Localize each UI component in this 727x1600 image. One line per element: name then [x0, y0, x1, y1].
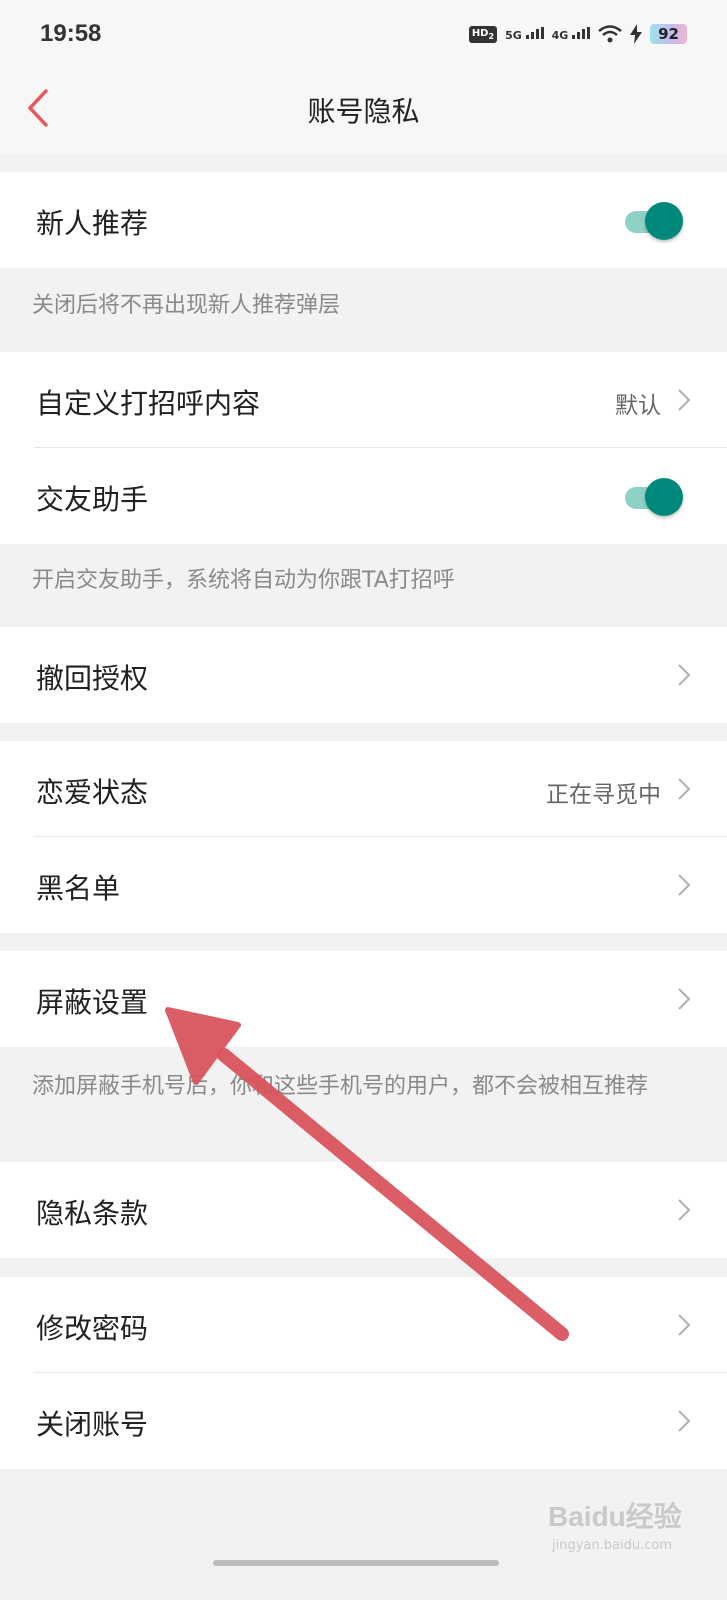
new-user-recommend-row: 新人推荐 — [0, 172, 727, 268]
wifi-icon — [598, 25, 622, 43]
revoke-authorization-row[interactable]: 撤回授权 — [0, 627, 727, 723]
new-user-recommend-toggle[interactable] — [625, 200, 685, 240]
signal-5g-icon: 5G — [505, 27, 544, 41]
greeting-value: 默认 — [615, 393, 661, 419]
friend-assistant-toggle[interactable] — [625, 476, 685, 516]
row-label: 黑名单 — [36, 872, 121, 905]
chevron-right-icon — [678, 1410, 691, 1432]
blacklist-row[interactable]: 黑名单 — [0, 837, 727, 933]
home-indicator[interactable] — [213, 1560, 499, 1566]
row-label: 恋爱状态 — [36, 776, 149, 809]
page-title: 账号隐私 — [307, 95, 420, 128]
row-label: 屏蔽设置 — [36, 986, 149, 1019]
watermark-url: jingyan.baidu.com — [552, 1538, 672, 1553]
row-label: 新人推荐 — [36, 207, 149, 240]
relationship-status-row[interactable]: 恋爱状态 正在寻觅中 — [0, 741, 727, 837]
row-label: 关闭账号 — [36, 1408, 149, 1441]
change-password-row[interactable]: 修改密码 — [0, 1277, 727, 1373]
friend-assistant-row: 交友助手 — [0, 448, 727, 544]
chevron-right-icon — [678, 778, 691, 800]
toggle-knob — [645, 478, 683, 516]
battery-icon: 92 — [650, 24, 687, 44]
row-label: 隐私条款 — [36, 1197, 149, 1230]
chevron-right-icon — [678, 1314, 691, 1336]
charging-icon — [630, 24, 643, 44]
status-bar: 19:58 HD2 5G 4G 92 — [0, 0, 727, 76]
row-label: 交友助手 — [36, 483, 149, 516]
chevron-right-icon — [678, 389, 691, 411]
row-label: 撤回授权 — [36, 662, 149, 695]
toggle-knob — [645, 202, 683, 240]
privacy-terms-row[interactable]: 隐私条款 — [0, 1162, 727, 1258]
status-icons: HD2 5G 4G 92 — [468, 24, 687, 44]
hd-voice-icon: HD2 — [468, 25, 498, 43]
signal-4g-icon: 4G — [552, 27, 591, 41]
chevron-right-icon — [678, 988, 691, 1010]
watermark-logo: Baidu经验 — [548, 1501, 682, 1532]
chevron-right-icon — [678, 874, 691, 896]
chevron-right-icon — [678, 664, 691, 686]
chevron-right-icon — [678, 1199, 691, 1221]
recommend-hint: 关闭后将不再出现新人推荐弹层 — [32, 293, 341, 318]
block-hint: 添加屏蔽手机号后，你和这些手机号的用户，都不会被相互推荐 — [32, 1074, 649, 1099]
status-time: 19:58 — [40, 20, 102, 47]
row-label: 修改密码 — [36, 1312, 149, 1345]
row-label: 自定义打招呼内容 — [36, 387, 261, 420]
custom-greeting-row[interactable]: 自定义打招呼内容 默认 — [0, 352, 727, 448]
assistant-hint: 开启交友助手，系统将自动为你跟TA打招呼 — [32, 568, 455, 593]
block-settings-row[interactable]: 屏蔽设置 — [0, 951, 727, 1047]
relationship-value: 正在寻觅中 — [546, 782, 661, 808]
close-account-row[interactable]: 关闭账号 — [0, 1373, 727, 1469]
